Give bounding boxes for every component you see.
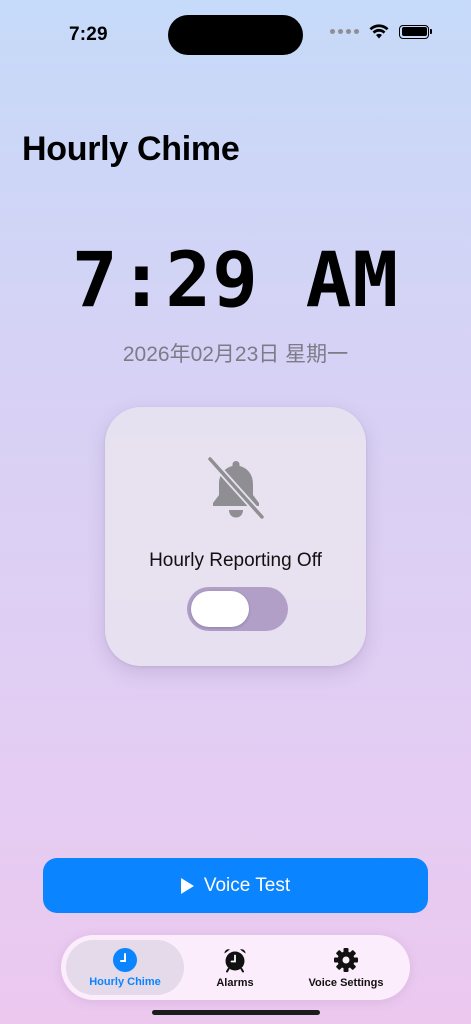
- home-indicator[interactable]: [152, 1010, 320, 1015]
- status-indicators: [330, 24, 432, 39]
- hourly-chime-card: Hourly Reporting Off: [105, 407, 366, 666]
- chime-status-label: Hourly Reporting Off: [149, 550, 322, 571]
- hourly-reporting-toggle[interactable]: [187, 587, 288, 631]
- clock-icon: [113, 947, 137, 972]
- page-title: Hourly Chime: [22, 130, 240, 168]
- toggle-knob: [191, 591, 249, 627]
- tab-voice-settings[interactable]: Voice Settings: [291, 940, 401, 995]
- alarm-clock-icon: [224, 948, 246, 972]
- tab-hourly-chime[interactable]: Hourly Chime: [66, 940, 184, 995]
- current-date: 2026年02月23日 星期一: [122, 343, 349, 366]
- tab-label: Hourly Chime: [89, 975, 161, 988]
- tab-label: Voice Settings: [308, 976, 384, 989]
- tab-alarms[interactable]: Alarms: [201, 940, 269, 995]
- status-time: 7:29: [69, 24, 108, 45]
- wifi-icon: [369, 24, 389, 39]
- tab-label: Alarms: [216, 976, 254, 989]
- current-time: 7:29 AM: [71, 235, 400, 324]
- dynamic-island: [168, 15, 303, 55]
- voice-test-button[interactable]: Voice Test: [43, 858, 428, 913]
- cellular-signal-icon: [330, 29, 359, 34]
- play-icon: [180, 877, 194, 894]
- voice-test-label: Voice Test: [203, 874, 291, 896]
- battery-icon: [399, 24, 432, 39]
- gear-icon: [334, 947, 358, 972]
- bell-slash-icon: [204, 455, 268, 521]
- tab-bar: Hourly Chime Alarms Voice Settings: [61, 935, 410, 1000]
